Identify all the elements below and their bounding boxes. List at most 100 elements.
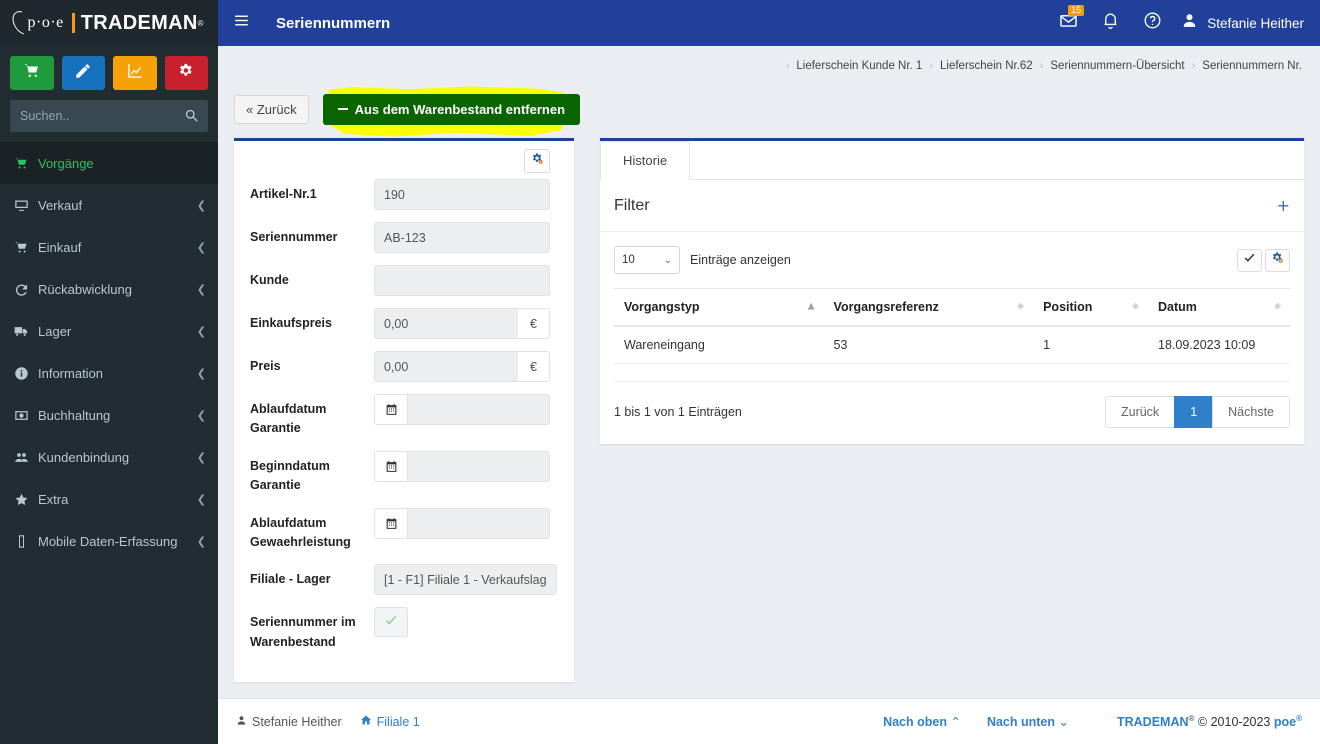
apply-button[interactable] [1237, 248, 1262, 272]
table-settings-button[interactable] [1265, 248, 1290, 272]
chart-line-icon [126, 62, 144, 85]
search-input[interactable] [10, 100, 208, 132]
breadcrumb-item-lieferschein[interactable]: Lieferschein Nr.62 [940, 60, 1033, 72]
pagination-next[interactable]: Nächste [1212, 396, 1290, 428]
footer-copy-text: © 2010-2023 [1197, 715, 1271, 730]
chevron-left-icon: ❮ [196, 534, 206, 548]
footer-poe-reg: ® [1296, 713, 1302, 723]
user-menu[interactable]: Stefanie Heither [1173, 12, 1304, 34]
sidebar-item-rueckabwicklung[interactable]: Rückabwicklung ❮ [0, 268, 218, 310]
column-header-datum[interactable]: Datum ◆ [1148, 288, 1290, 327]
table-footer: 1 bis 1 von 1 Einträgen Zurück 1 Nächste [600, 382, 1304, 444]
preis-input[interactable]: 0,00 [374, 351, 518, 382]
kunde-input[interactable] [374, 265, 550, 296]
chevron-down-icon: ⌄ [663, 254, 672, 266]
home-icon [360, 714, 372, 729]
seriennummer-input[interactable]: AB-123 [374, 222, 550, 253]
field-label: Ablaufdatum Garantie [250, 402, 327, 436]
breadcrumb-item-current: Seriennummern Nr. [1202, 60, 1302, 72]
chevron-left-icon: ❮ [196, 366, 206, 380]
sidebar-logo[interactable]: p·o·e TRADEMAN ® [0, 0, 218, 46]
mobile-icon [14, 534, 36, 549]
sidebar-item-label: Rückabwicklung [38, 281, 132, 297]
pagination-page-1[interactable]: 1 [1174, 396, 1214, 428]
chevron-left-icon: ❮ [196, 324, 206, 338]
quick-cart-button[interactable] [10, 56, 54, 90]
history-tabs: Historie [600, 141, 1304, 180]
app-root: p·o·e TRADEMAN ® Suchen.. Vorgänge Verka… [0, 0, 1320, 744]
bell-icon [1101, 11, 1120, 35]
sidebar-item-label: Extra [38, 491, 69, 507]
warenbestand-checkbox[interactable] [374, 607, 408, 638]
field-ablaufdatum-gewaehrleistung: Ablaufdatum Gewaehrleistung [250, 507, 550, 553]
column-header-vorgangstyp[interactable]: Vorgangstyp ▲ [614, 288, 824, 327]
remove-from-stock-button[interactable]: Aus dem Warenbestand entfernen [322, 93, 581, 125]
column-header-vorgangsreferenz[interactable]: Vorgangsreferenz ◆ [823, 288, 1034, 327]
check-icon [384, 613, 398, 632]
footer-left: Stefanie Heither Filiale 1 [236, 714, 420, 729]
field-label: Einkaufspreis [250, 316, 332, 330]
breadcrumb-item-lieferschein-kunde[interactable]: Lieferschein Kunde Nr. 1 [796, 60, 922, 72]
beginndatum-garantie-input[interactable] [408, 450, 550, 482]
serial-number-form-panel: Artikel-Nr.1 190 Seriennummer AB-123 Kun… [234, 138, 574, 682]
history-panel: Historie Filter + 10 ⌄ Einträge anzeigen [600, 138, 1304, 444]
pencil-icon [74, 62, 92, 85]
table-info: 1 bis 1 von 1 Einträgen [614, 405, 742, 419]
filiale-lager-input[interactable]: [1 - F1] Filiale 1 - Verkaufslag [374, 564, 557, 596]
sidebar-item-label: Information [38, 365, 104, 381]
minus-icon [337, 107, 348, 111]
history-table: Vorgangstyp ▲ Vorgangsreferenz ◆ Positio… [614, 288, 1290, 382]
sidebar-item-kundenbindung[interactable]: Kundenbindung ❮ [0, 436, 218, 478]
sidebar-item-lager[interactable]: Lager ❮ [0, 310, 218, 352]
ablaufdatum-gewaehrleistung-input[interactable] [408, 507, 550, 539]
table-row-empty [614, 363, 1290, 382]
artikel-nr-input[interactable]: 190 [374, 179, 550, 210]
cell-vorgangstyp: Wareneingang [614, 326, 824, 364]
question-circle-icon [1143, 11, 1162, 35]
sidebar-item-verkauf[interactable]: Verkauf ❮ [0, 184, 218, 226]
back-button[interactable]: « Zurück [234, 94, 309, 124]
calendar-icon[interactable] [374, 507, 408, 539]
einkaufspreis-input[interactable]: 0,00 [374, 308, 518, 339]
user-icon [236, 715, 247, 729]
page-length-label: Einträge anzeigen [690, 253, 791, 267]
column-label: Position [1043, 300, 1093, 314]
ablaufdatum-garantie-input[interactable] [408, 394, 550, 425]
truck-icon [14, 324, 36, 339]
sidebar-item-vorgaenge[interactable]: Vorgänge [0, 142, 218, 184]
quick-report-button[interactable] [113, 56, 157, 90]
sidebar-item-label: Lager [38, 323, 72, 339]
sidebar-item-einkauf[interactable]: Einkauf ❮ [0, 226, 218, 268]
search-icon[interactable] [184, 108, 199, 123]
logo-trademan-text: TRADEMAN [80, 11, 198, 34]
notifications-button[interactable] [1089, 0, 1131, 46]
scroll-top-link[interactable]: Nach oben ⌃ [883, 714, 961, 729]
pagination-prev[interactable]: Zurück [1104, 396, 1176, 428]
footer-branch[interactable]: Filiale 1 [360, 714, 420, 729]
table-row[interactable]: Wareneingang 53 1 18.09.2023 10:09 [614, 326, 1290, 364]
scroll-bottom-link[interactable]: Nach unten ⌄ [987, 714, 1069, 729]
calendar-icon[interactable] [374, 450, 408, 482]
tab-historie[interactable]: Historie [600, 141, 691, 180]
sidebar-item-mobile-datenerfassung[interactable]: Mobile Daten-Erfassung ❮ [0, 520, 218, 562]
menu-toggle-button[interactable] [218, 0, 264, 46]
column-header-position[interactable]: Position ◆ [1033, 288, 1148, 327]
sidebar-item-buchhaltung[interactable]: Buchhaltung ❮ [0, 394, 218, 436]
logo-separator [71, 13, 75, 33]
currency-suffix: € [518, 351, 550, 382]
field-label: Beginndatum Garantie [250, 458, 330, 493]
sidebar-item-information[interactable]: Information ❮ [0, 352, 218, 394]
quick-edit-button[interactable] [61, 56, 105, 90]
calendar-icon[interactable] [374, 394, 408, 425]
page-length-select[interactable]: 10 ⌄ [614, 246, 680, 274]
sidebar-item-extra[interactable]: Extra ❮ [0, 478, 218, 520]
messages-button[interactable]: 15 [1047, 0, 1089, 46]
form-settings-button[interactable] [524, 149, 550, 173]
add-filter-button[interactable]: + [1277, 196, 1290, 215]
footer-user-name: Stefanie Heither [252, 714, 342, 729]
quick-settings-button[interactable] [164, 56, 208, 90]
field-filiale-lager: Filiale - Lager [1 - F1] Filiale 1 - Ver… [250, 564, 557, 596]
gears-icon [1271, 251, 1284, 269]
breadcrumb-item-seriennummern-uebersicht[interactable]: Seriennummern-Übersicht [1050, 60, 1184, 72]
help-button[interactable] [1131, 0, 1173, 46]
